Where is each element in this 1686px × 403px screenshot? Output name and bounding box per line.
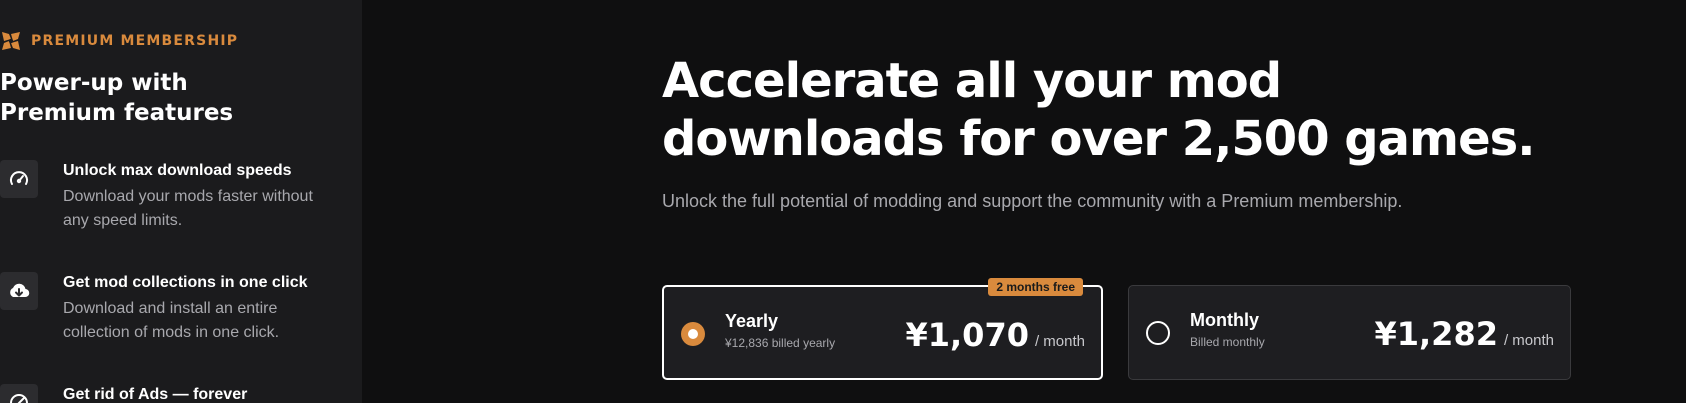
brand: PREMIUM MEMBERSHIP [0, 30, 238, 52]
feature-description: Download and install an entire collectio… [63, 300, 280, 341]
plan-billing: ¥12,836 billed yearly [725, 336, 836, 350]
plan-name: Yearly [725, 311, 779, 331]
plan-price: ¥1,070 / month [905, 316, 1085, 354]
price-unit: / month [1034, 333, 1085, 350]
price-amount: ¥1,282 [1374, 315, 1498, 353]
nexus-logo-icon [2, 32, 20, 50]
feature-title: Get mod collections in one click [63, 274, 308, 291]
sidebar-title: Power-up with Premium features [0, 70, 234, 126]
page-headline: Accelerate all your mod downloads for ov… [662, 53, 1535, 167]
main-content: Accelerate all your mod downloads for ov… [362, 0, 1686, 403]
plan-radio-monthly[interactable] [1146, 321, 1170, 345]
plan-card-monthly[interactable]: Monthly Billed monthly ¥1,282 / month [1128, 285, 1571, 380]
brand-label: PREMIUM MEMBERSHIP [31, 33, 239, 49]
discount-badge: 2 months free [988, 278, 1083, 296]
plan-card-yearly[interactable]: 2 months free Yearly ¥12,836 billed year… [662, 278, 1103, 380]
cloud-download-icon [0, 272, 38, 310]
plan-name: Monthly [1190, 310, 1259, 330]
plan-billing: Billed monthly [1190, 335, 1265, 349]
price-unit: / month [1503, 332, 1554, 349]
plan-radio-yearly[interactable] [681, 322, 705, 346]
price-amount: ¥1,070 [905, 316, 1029, 354]
sidebar: PREMIUM MEMBERSHIP Power-up with Premium… [0, 0, 362, 403]
speedometer-icon [0, 160, 38, 198]
no-ads-icon [0, 384, 38, 403]
feature-title: Get rid of Ads — forever [63, 386, 248, 403]
plan-price: ¥1,282 / month [1374, 315, 1554, 353]
page-subheading: Unlock the full potential of modding and… [662, 191, 1403, 211]
feature-description: Download your mods faster without any sp… [63, 188, 313, 229]
feature-title: Unlock max download speeds [63, 162, 292, 179]
